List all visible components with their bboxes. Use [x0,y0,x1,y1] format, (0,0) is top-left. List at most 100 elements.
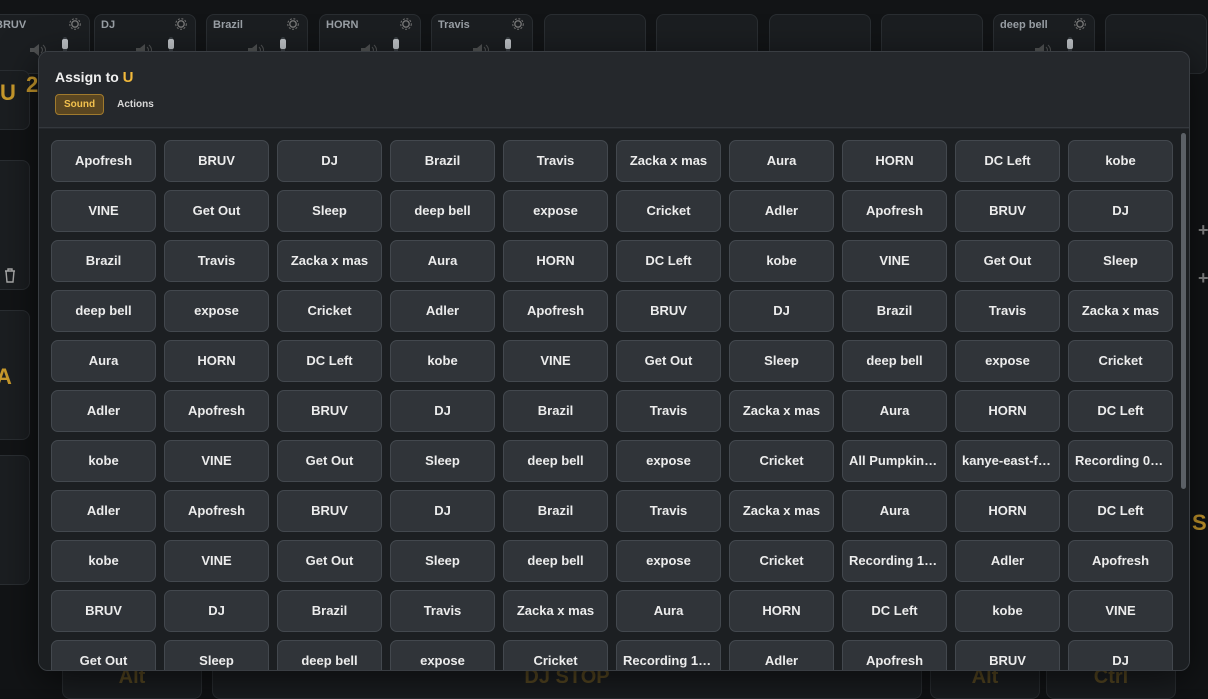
sound-option-button[interactable]: BRUV [277,390,382,432]
scrollbar[interactable] [1179,129,1187,670]
sound-option-button[interactable]: Travis [616,490,721,532]
sound-option-button[interactable]: kobe [955,590,1060,632]
sound-option-button[interactable]: expose [164,290,269,332]
sound-option-button[interactable]: Adler [51,490,156,532]
sound-option-button[interactable]: deep bell [277,640,382,670]
sound-option-button[interactable]: Brazil [842,290,947,332]
sound-option-button[interactable]: Recording 15:... [842,540,947,582]
sound-option-button[interactable]: HORN [164,340,269,382]
sound-option-button[interactable]: HORN [955,390,1060,432]
sound-option-button[interactable]: deep bell [503,540,608,582]
sound-option-button[interactable]: Get Out [277,440,382,482]
sound-option-button[interactable]: kobe [1068,140,1173,182]
sound-option-button[interactable]: Get Out [955,240,1060,282]
sound-option-button[interactable]: Sleep [390,440,495,482]
sound-option-button[interactable]: Apofresh [842,640,947,670]
sound-option-button[interactable]: Aura [390,240,495,282]
sound-option-button[interactable]: Adler [729,640,834,670]
tab-actions[interactable]: Actions [108,94,163,115]
sound-option-button[interactable]: expose [955,340,1060,382]
sound-option-button[interactable]: VINE [503,340,608,382]
sound-option-button[interactable]: Zacka x mas [277,240,382,282]
sound-option-button[interactable]: Cricket [277,290,382,332]
sound-option-button[interactable]: Aura [842,390,947,432]
sound-option-button[interactable]: DC Left [1068,390,1173,432]
sound-option-button[interactable]: Zacka x mas [1068,290,1173,332]
sound-option-button[interactable]: Cricket [729,540,834,582]
sound-option-button[interactable]: Recording 00:... [1068,440,1173,482]
sound-option-button[interactable]: Get Out [277,540,382,582]
sound-option-button[interactable]: Travis [955,290,1060,332]
sound-option-button[interactable]: deep bell [842,340,947,382]
sound-option-button[interactable]: VINE [842,240,947,282]
sound-option-button[interactable]: Adler [955,540,1060,582]
sound-option-button[interactable]: Get Out [164,190,269,232]
sound-option-button[interactable]: BRUV [955,190,1060,232]
sound-option-button[interactable]: BRUV [955,640,1060,670]
sound-option-button[interactable]: HORN [729,590,834,632]
sound-option-button[interactable]: Travis [390,590,495,632]
sound-option-button[interactable]: expose [616,540,721,582]
sound-option-button[interactable]: Zacka x mas [616,140,721,182]
sound-option-button[interactable]: Adler [390,290,495,332]
sound-option-button[interactable]: kobe [51,440,156,482]
sound-option-button[interactable]: Travis [164,240,269,282]
sound-option-button[interactable]: Apofresh [164,490,269,532]
sound-option-button[interactable]: Brazil [503,390,608,432]
sound-option-button[interactable]: kobe [390,340,495,382]
sound-option-button[interactable]: DJ [1068,640,1173,670]
sound-option-button[interactable]: Sleep [1068,240,1173,282]
sound-option-button[interactable]: Get Out [616,340,721,382]
sound-option-button[interactable]: Recording 15:... [616,640,721,670]
sound-option-button[interactable]: Travis [503,140,608,182]
sound-option-button[interactable]: Brazil [277,590,382,632]
sound-option-button[interactable]: Zacka x mas [503,590,608,632]
sound-option-button[interactable]: Aura [616,590,721,632]
sound-option-button[interactable]: Apofresh [164,390,269,432]
sound-option-button[interactable]: Cricket [503,640,608,670]
sound-option-button[interactable]: HORN [842,140,947,182]
sound-option-button[interactable]: Brazil [390,140,495,182]
scrollbar-thumb[interactable] [1181,133,1186,489]
sound-option-button[interactable]: HORN [955,490,1060,532]
sound-option-button[interactable]: DC Left [1068,490,1173,532]
sound-option-button[interactable]: DJ [390,390,495,432]
sound-option-button[interactable]: DC Left [842,590,947,632]
sound-option-button[interactable]: DC Left [616,240,721,282]
sound-option-button[interactable]: Apofresh [1068,540,1173,582]
sound-option-button[interactable]: DJ [729,290,834,332]
sound-option-button[interactable]: Cricket [616,190,721,232]
sound-option-button[interactable]: expose [616,440,721,482]
sound-option-button[interactable]: Apofresh [842,190,947,232]
sound-option-button[interactable]: VINE [164,540,269,582]
sound-option-button[interactable]: HORN [503,240,608,282]
sound-option-button[interactable]: All Pumpkin R... [842,440,947,482]
sound-option-button[interactable]: DJ [390,490,495,532]
sound-option-button[interactable]: Sleep [390,540,495,582]
sound-option-button[interactable]: Adler [729,190,834,232]
sound-option-button[interactable]: DC Left [955,140,1060,182]
sound-option-button[interactable]: Cricket [729,440,834,482]
sound-option-button[interactable]: Apofresh [503,290,608,332]
sound-option-button[interactable]: expose [503,190,608,232]
sound-option-button[interactable]: DJ [164,590,269,632]
sound-option-button[interactable]: Cricket [1068,340,1173,382]
sound-option-button[interactable]: expose [390,640,495,670]
sound-option-button[interactable]: Sleep [729,340,834,382]
sound-option-button[interactable]: BRUV [277,490,382,532]
sound-option-button[interactable]: DC Left [277,340,382,382]
sound-option-button[interactable]: deep bell [51,290,156,332]
sound-option-button[interactable]: Sleep [164,640,269,670]
sound-option-button[interactable]: Get Out [51,640,156,670]
sound-option-button[interactable]: Sleep [277,190,382,232]
sound-option-button[interactable]: deep bell [390,190,495,232]
sound-option-button[interactable]: Apofresh [51,140,156,182]
sound-option-button[interactable]: BRUV [164,140,269,182]
sound-option-button[interactable]: BRUV [51,590,156,632]
sound-option-button[interactable]: DJ [277,140,382,182]
sound-option-button[interactable]: Aura [51,340,156,382]
sound-option-button[interactable]: Aura [842,490,947,532]
sound-option-button[interactable]: kanye-east-fo... [955,440,1060,482]
sound-option-button[interactable]: Adler [51,390,156,432]
sound-option-button[interactable]: Brazil [51,240,156,282]
